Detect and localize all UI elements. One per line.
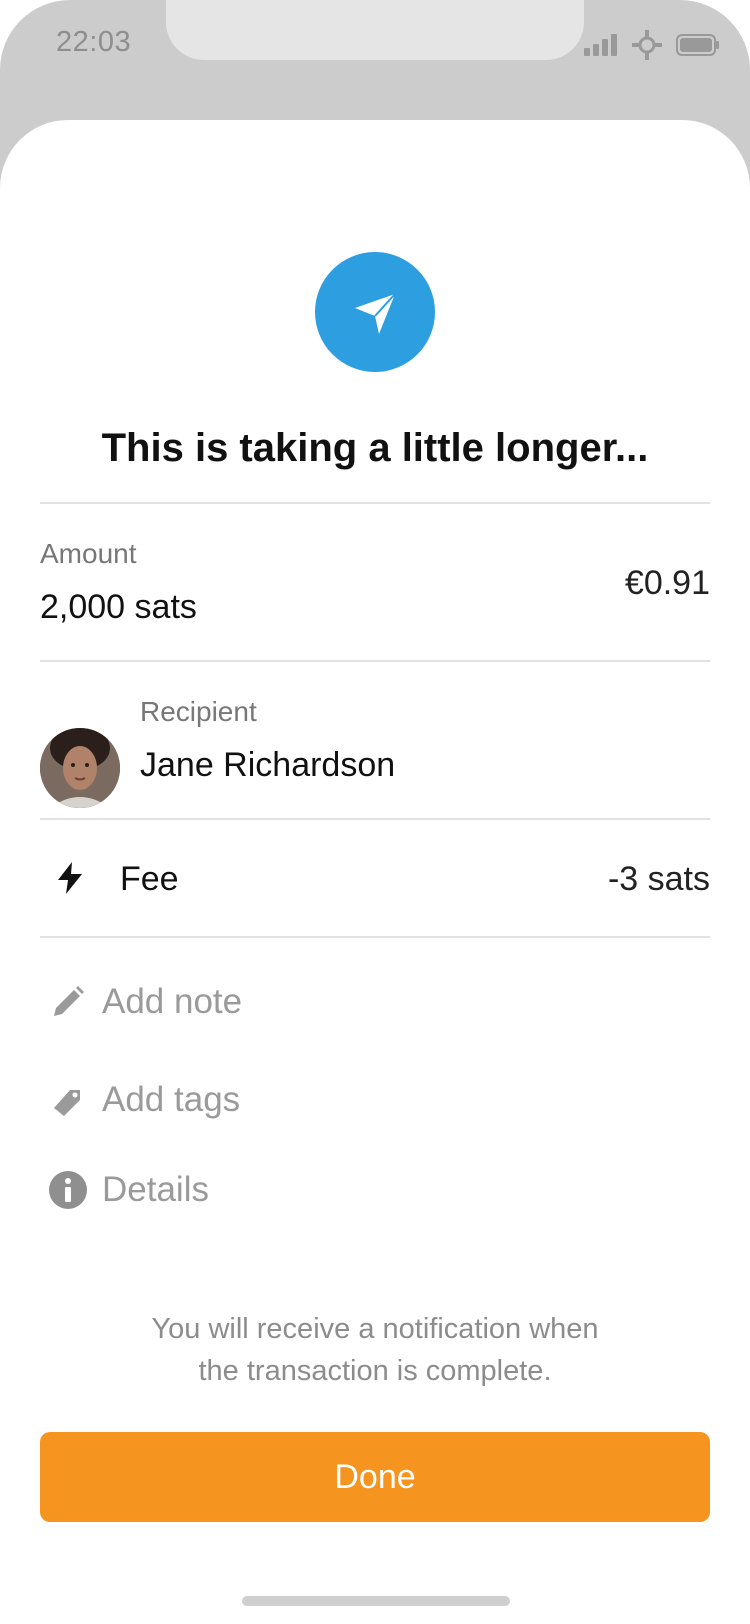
completion-notice-line1: You will receive a notification when [151,1313,599,1345]
phone-screen: 22:03 This is taking a little longer... … [0,0,750,1624]
fee-label: Fee [120,860,179,898]
lightning-bolt-icon [52,860,88,901]
status-icons [584,30,720,65]
pencil-icon [48,982,88,1022]
battery-icon [676,34,720,61]
fee-value: -3 sats [607,860,710,898]
add-tags-button[interactable]: Add tags [48,1080,240,1120]
completion-notice: You will receive a notification when the… [0,1308,750,1392]
add-note-button[interactable]: Add note [48,982,242,1022]
amount-fiat-value: €0.91 [624,564,710,602]
recipient-avatar [40,728,120,808]
divider [40,502,710,504]
divider [40,660,710,662]
add-tags-label: Add tags [102,1080,241,1119]
recipient-label: Recipient [140,696,257,727]
page-title: This is taking a little longer... [101,426,649,470]
done-button[interactable]: Done [40,1432,710,1522]
divider [40,818,710,820]
details-button[interactable]: Details [48,1170,209,1210]
home-indicator[interactable] [242,1596,510,1606]
divider [40,936,710,938]
device-notch [166,0,584,60]
status-time: 22:03 [56,26,132,58]
completion-notice-line2: the transaction is complete. [198,1355,552,1387]
transaction-sheet: This is taking a little longer... Amount… [0,120,750,1624]
tag-icon [48,1080,88,1120]
add-note-label: Add note [102,982,243,1021]
amount-value: 2,000 sats [40,588,197,626]
network-icon [632,30,662,65]
recipient-name: Jane Richardson [140,746,396,784]
send-paper-plane-icon [315,252,435,372]
details-label: Details [102,1170,209,1209]
info-icon [48,1170,88,1210]
signal-icon [584,34,618,61]
amount-label: Amount [40,538,137,569]
